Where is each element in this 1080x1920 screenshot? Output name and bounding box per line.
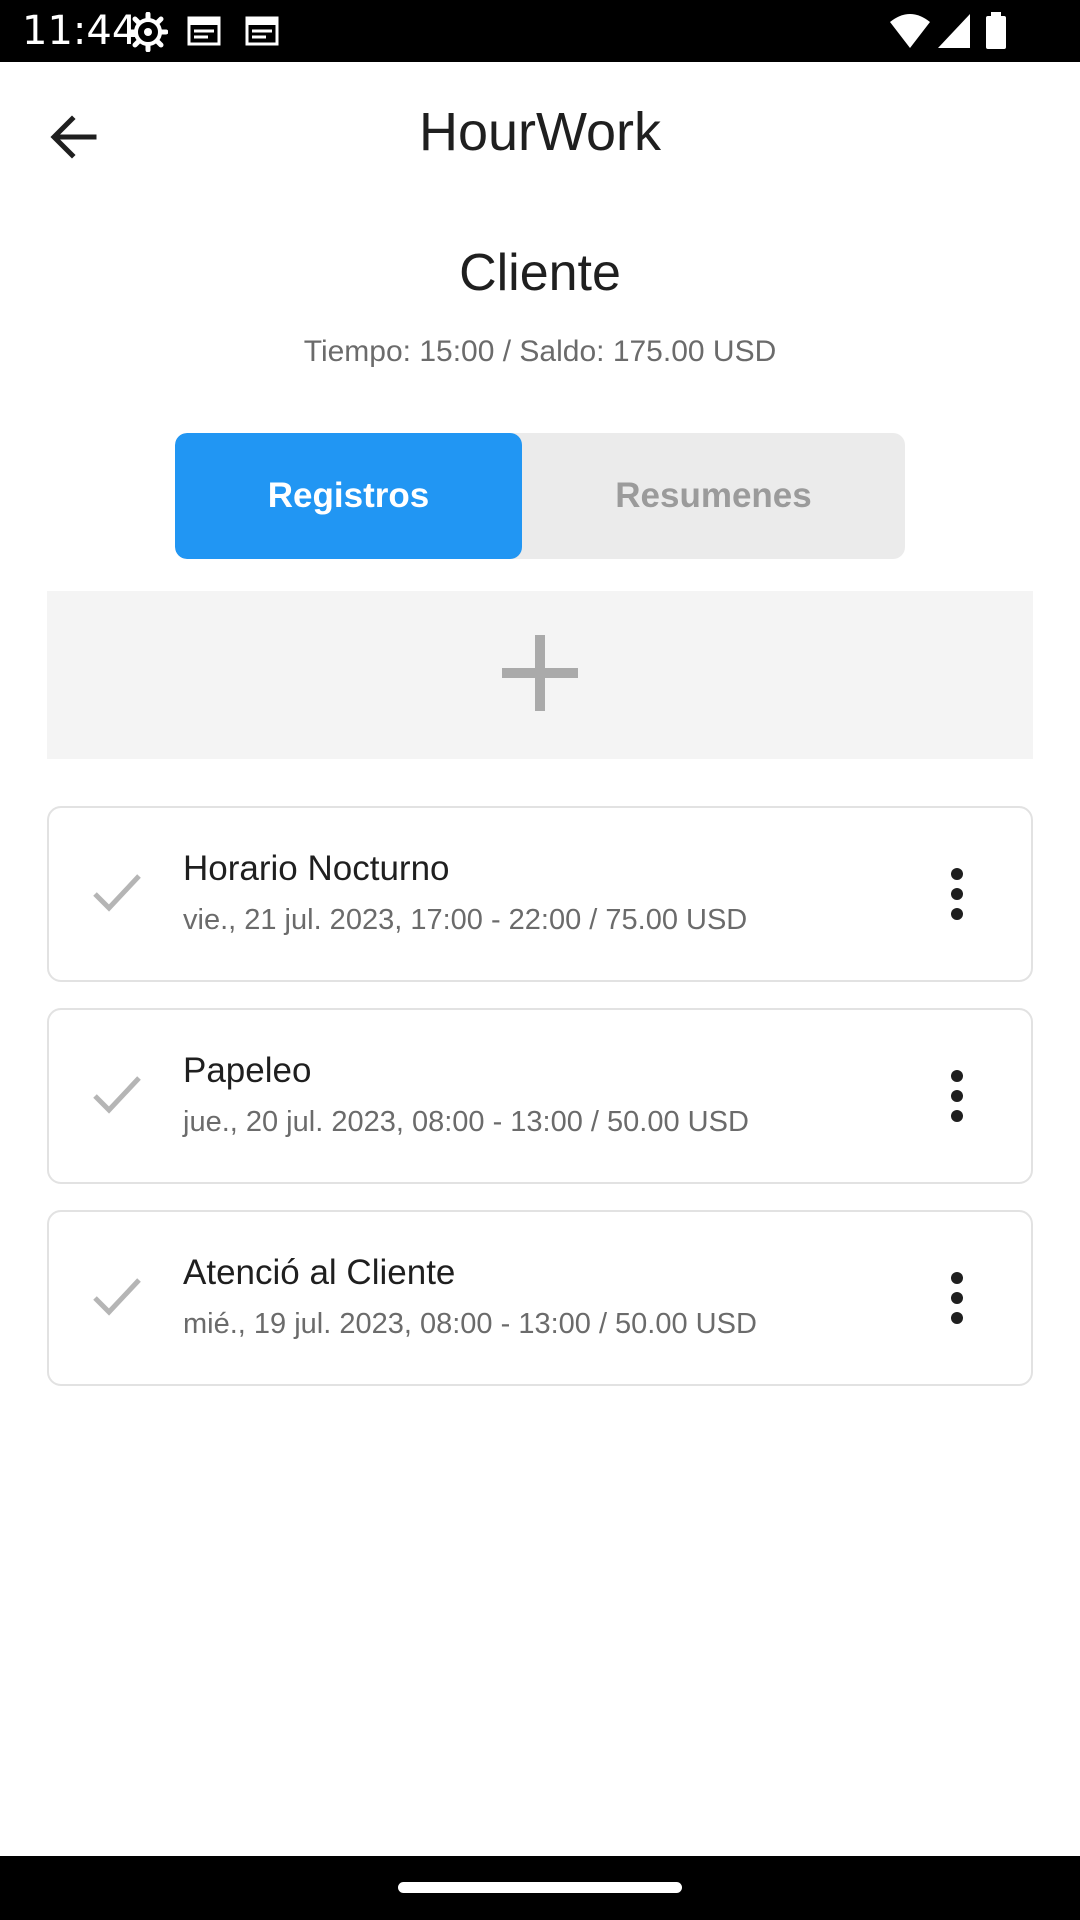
- settings-gear-icon: [128, 12, 168, 52]
- add-record-button[interactable]: [47, 591, 1033, 759]
- record-title: Papeleo: [183, 1051, 312, 1090]
- signal-icon: [936, 12, 972, 50]
- record-title: Atenció al Cliente: [183, 1253, 456, 1292]
- calendar-icon: [186, 12, 222, 50]
- system-nav-bar: [0, 1856, 1080, 1920]
- record-title: Horario Nocturno: [183, 849, 450, 888]
- calendar-icon: [244, 12, 280, 50]
- more-vertical-icon: [951, 1070, 963, 1122]
- record-card[interactable]: Horario Nocturno vie., 21 jul. 2023, 17:…: [47, 806, 1033, 982]
- record-detail: jue., 20 jul. 2023, 08:00 - 13:00 / 50.0…: [183, 1106, 749, 1138]
- tab-resumenes[interactable]: Resumenes: [522, 433, 905, 559]
- record-card[interactable]: Atenció al Cliente mié., 19 jul. 2023, 0…: [47, 1210, 1033, 1386]
- plus-icon: [502, 634, 578, 716]
- client-summary: Tiempo: 15:00 / Saldo: 175.00 USD: [303, 335, 777, 368]
- wifi-icon: [888, 12, 932, 50]
- app-title: HourWork: [418, 102, 662, 162]
- more-options-button[interactable]: [945, 1066, 969, 1126]
- status-time: 11:44: [22, 8, 138, 54]
- tab-switcher: Resumenes Registros: [175, 433, 905, 559]
- check-icon: [91, 870, 143, 916]
- record-card[interactable]: Papeleo jue., 20 jul. 2023, 08:00 - 13:0…: [47, 1008, 1033, 1184]
- home-indicator[interactable]: [398, 1882, 682, 1893]
- check-icon: [91, 1274, 143, 1320]
- more-vertical-icon: [951, 868, 963, 920]
- battery-icon: [984, 12, 1008, 50]
- client-name: Cliente: [459, 244, 621, 302]
- status-bar: 11:44: [0, 0, 1080, 62]
- more-options-button[interactable]: [945, 864, 969, 924]
- record-detail: mié., 19 jul. 2023, 08:00 - 13:00 / 50.0…: [183, 1308, 757, 1340]
- tab-registros[interactable]: Registros: [175, 433, 522, 559]
- app-bar: HourWork: [0, 62, 1080, 208]
- more-options-button[interactable]: [945, 1268, 969, 1328]
- more-vertical-icon: [951, 1272, 963, 1324]
- record-detail: vie., 21 jul. 2023, 17:00 - 22:00 / 75.0…: [183, 904, 748, 936]
- check-icon: [91, 1072, 143, 1118]
